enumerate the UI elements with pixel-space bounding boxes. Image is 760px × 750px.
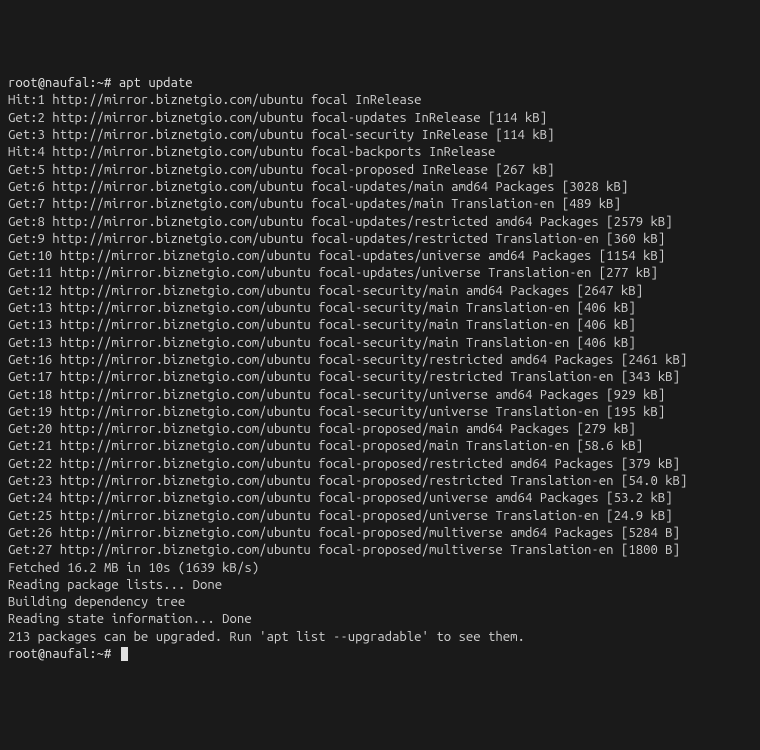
- output-line: Hit:4 http://mirror.biznetgio.com/ubuntu…: [8, 144, 752, 161]
- output-line: Get:24 http://mirror.biznetgio.com/ubunt…: [8, 490, 752, 507]
- output-line: Get:13 http://mirror.biznetgio.com/ubunt…: [8, 335, 752, 352]
- output-line: Get:9 http://mirror.biznetgio.com/ubuntu…: [8, 231, 752, 248]
- prompt-line-1: root@naufal:~# apt update: [8, 75, 752, 92]
- output-line: Get:13 http://mirror.biznetgio.com/ubunt…: [8, 300, 752, 317]
- typed-command: apt update: [119, 76, 193, 90]
- output-line: Get:20 http://mirror.biznetgio.com/ubunt…: [8, 421, 752, 438]
- output-line: Get:27 http://mirror.biznetgio.com/ubunt…: [8, 542, 752, 559]
- output-line: Get:19 http://mirror.biznetgio.com/ubunt…: [8, 404, 752, 421]
- output-line: Building dependency tree: [8, 594, 752, 611]
- output-line: Get:6 http://mirror.biznetgio.com/ubuntu…: [8, 179, 752, 196]
- output-line: Get:17 http://mirror.biznetgio.com/ubunt…: [8, 369, 752, 386]
- output-line: Get:5 http://mirror.biznetgio.com/ubuntu…: [8, 162, 752, 179]
- terminal-output[interactable]: root@naufal:~# apt updateHit:1 http://mi…: [8, 75, 752, 663]
- output-line: Get:21 http://mirror.biznetgio.com/ubunt…: [8, 438, 752, 455]
- output-line: Get:7 http://mirror.biznetgio.com/ubuntu…: [8, 196, 752, 213]
- output-line: 213 packages can be upgraded. Run 'apt l…: [8, 629, 752, 646]
- prompt-line-2: root@naufal:~#: [8, 646, 752, 663]
- cursor-block: [121, 647, 128, 661]
- output-line: Get:23 http://mirror.biznetgio.com/ubunt…: [8, 473, 752, 490]
- output-line: Get:22 http://mirror.biznetgio.com/ubunt…: [8, 456, 752, 473]
- shell-prompt: root@naufal:~#: [8, 76, 119, 90]
- output-line: Get:26 http://mirror.biznetgio.com/ubunt…: [8, 525, 752, 542]
- output-line: Get:16 http://mirror.biznetgio.com/ubunt…: [8, 352, 752, 369]
- output-line: Get:11 http://mirror.biznetgio.com/ubunt…: [8, 265, 752, 282]
- output-line: Get:2 http://mirror.biznetgio.com/ubuntu…: [8, 110, 752, 127]
- output-line: Reading state information... Done: [8, 611, 752, 628]
- output-line: Fetched 16.2 MB in 10s (1639 kB/s): [8, 560, 752, 577]
- output-line: Get:13 http://mirror.biznetgio.com/ubunt…: [8, 317, 752, 334]
- shell-prompt: root@naufal:~#: [8, 647, 119, 661]
- output-line: Get:3 http://mirror.biznetgio.com/ubuntu…: [8, 127, 752, 144]
- output-line: Reading package lists... Done: [8, 577, 752, 594]
- output-line: Get:8 http://mirror.biznetgio.com/ubuntu…: [8, 214, 752, 231]
- output-line: Get:25 http://mirror.biznetgio.com/ubunt…: [8, 508, 752, 525]
- output-line: Get:12 http://mirror.biznetgio.com/ubunt…: [8, 283, 752, 300]
- output-line: Get:10 http://mirror.biznetgio.com/ubunt…: [8, 248, 752, 265]
- output-line: Get:18 http://mirror.biznetgio.com/ubunt…: [8, 387, 752, 404]
- output-line: Hit:1 http://mirror.biznetgio.com/ubuntu…: [8, 92, 752, 109]
